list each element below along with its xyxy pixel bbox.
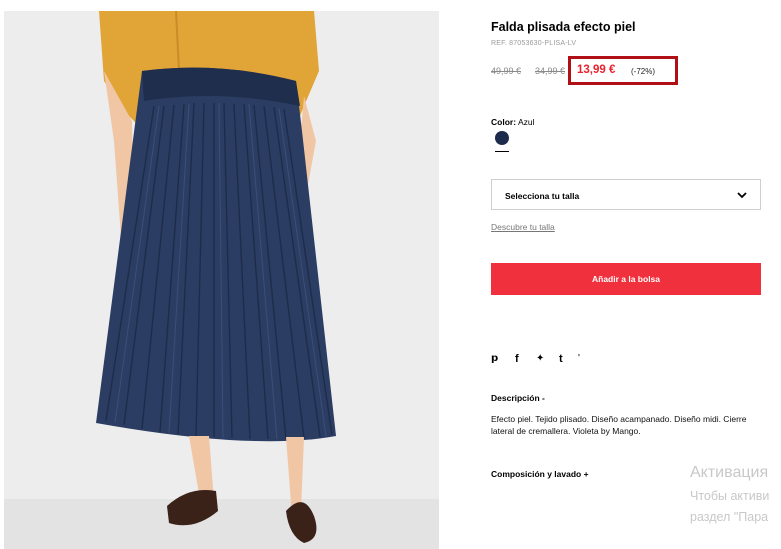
color-label: Color: Azul	[491, 117, 534, 127]
tumblr-icon[interactable]: t	[559, 353, 563, 365]
description-toggle[interactable]: Descripción -	[491, 393, 545, 403]
size-select[interactable]: Selecciona tu talla	[491, 179, 761, 210]
chevron-down-icon	[737, 192, 747, 199]
windows-activation-watermark: Активация Чтобы активи раздел "Пара	[690, 464, 769, 524]
watermark-line-2: Чтобы активи	[690, 489, 770, 503]
selected-swatch-underline	[495, 151, 509, 152]
add-to-bag-button[interactable]: Añadir a la bolsa	[491, 263, 761, 295]
sale-price: 13,99 €	[577, 64, 616, 76]
color-swatch-azul[interactable]	[495, 131, 509, 145]
color-value: Azul	[517, 117, 535, 127]
composition-toggle[interactable]: Composición y lavado +	[491, 469, 589, 479]
twitter-icon[interactable]: ✦	[536, 353, 544, 364]
more-share-icon[interactable]: '	[578, 353, 580, 364]
description-text: Efecto piel. Tejido plisado. Diseño acam…	[491, 414, 747, 436]
product-image[interactable]	[4, 11, 439, 549]
color-label-prefix: Color:	[491, 117, 517, 127]
pinterest-icon[interactable]: 𝗽	[491, 353, 498, 364]
watermark-line-3: раздел "Пара	[690, 510, 769, 524]
previous-price: 34,99 €	[535, 66, 566, 76]
original-price: 49,99 €	[491, 66, 522, 76]
product-reference: REF. 87053630-PLISA-LV	[491, 40, 577, 47]
discount-badge: (-72%)	[631, 67, 656, 76]
size-guide-link[interactable]: Descubre tu talla	[491, 222, 555, 232]
facebook-icon[interactable]: f	[515, 353, 519, 365]
size-select-label: Selecciona tu talla	[505, 191, 580, 201]
skirt-photo-illustration	[4, 11, 439, 549]
watermark-line-1: Активация	[690, 464, 769, 481]
product-title: Falda plisada efecto piel	[491, 20, 636, 34]
